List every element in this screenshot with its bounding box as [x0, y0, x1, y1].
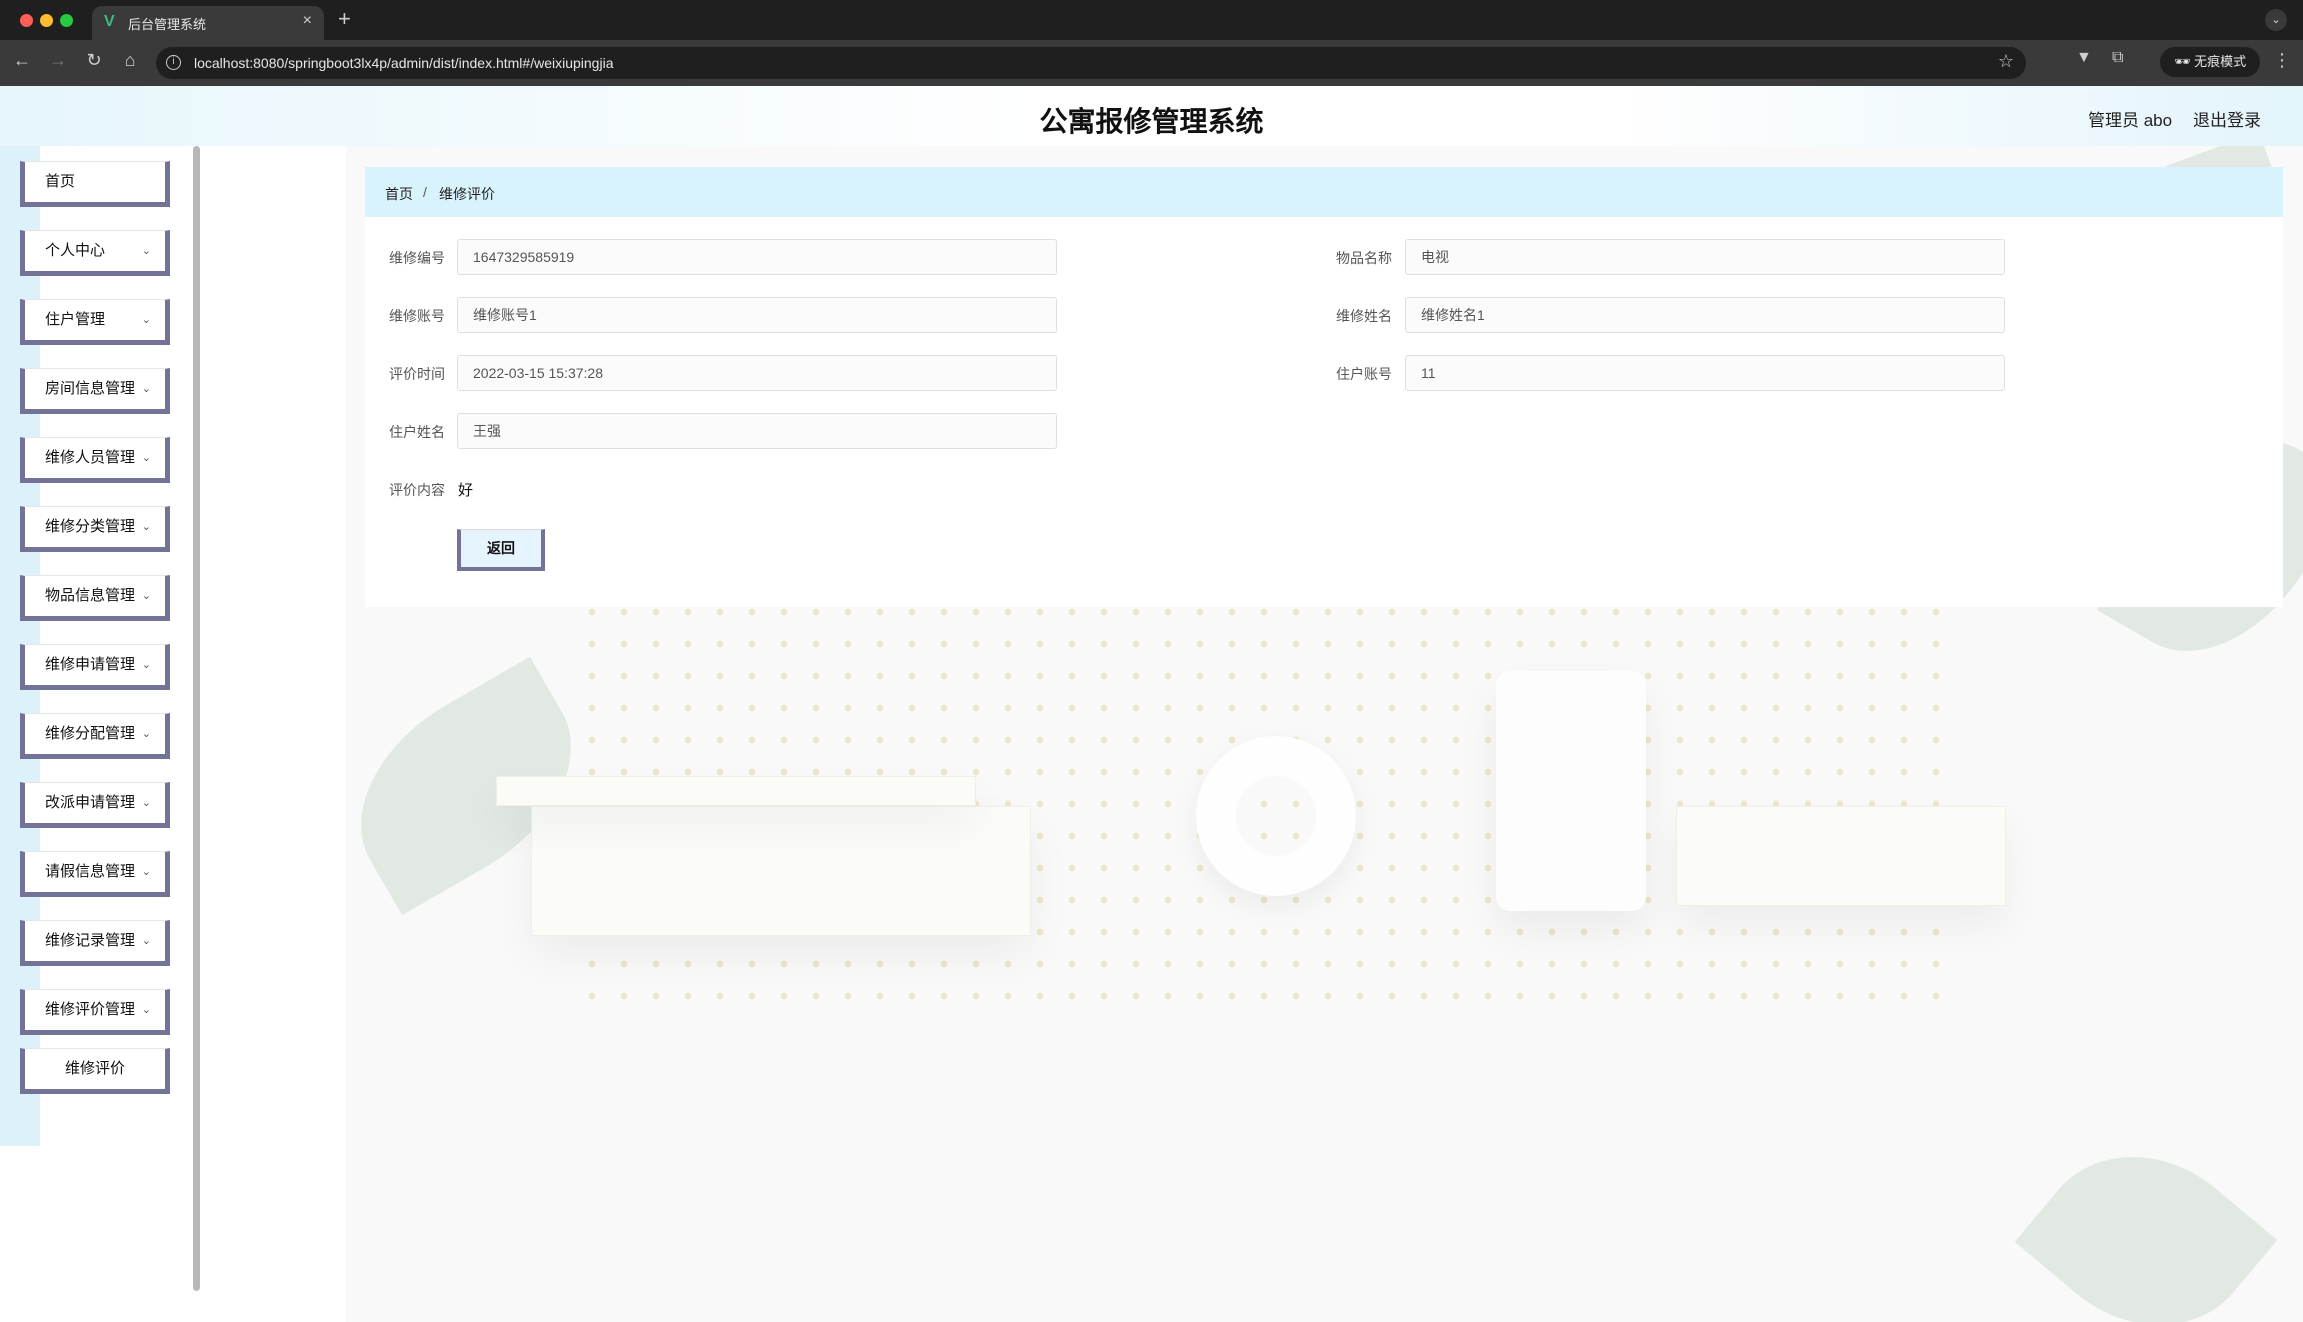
review-content-label: 评价内容	[389, 482, 445, 498]
sidebar-item-personal-center[interactable]: 个人中心 ⌄	[20, 230, 170, 276]
window-zoom-control[interactable]	[60, 14, 73, 27]
reload-icon[interactable]: ↻	[82, 50, 106, 71]
sidebar-item-label: 维修记录管理	[45, 932, 136, 949]
box-decoration	[531, 806, 1031, 936]
resident-name-label: 住户姓名	[389, 424, 445, 440]
breadcrumb-home[interactable]: 首页	[385, 184, 413, 204]
app-header: 公寓报修管理系统 管理员 abo 退出登录	[0, 86, 2303, 146]
sidebar-item-label: 住户管理	[45, 311, 106, 328]
site-info-icon[interactable]: i	[166, 55, 181, 70]
incognito-label: 无痕模式	[2194, 54, 2247, 69]
sidebar-item-repair-staff[interactable]: 维修人员管理 ⌄	[20, 437, 170, 483]
chevron-down-icon: ⌄	[141, 935, 151, 947]
sidebar-item-label: 个人中心	[45, 242, 106, 259]
tab-search-chevron-icon[interactable]: ⌄	[2265, 9, 2287, 31]
new-tab-icon[interactable]: +	[338, 6, 351, 32]
back-button[interactable]: 返回	[457, 529, 545, 571]
sidebar-item-reassign-request[interactable]: 改派申请管理 ⌄	[20, 782, 170, 828]
browser-menu-icon[interactable]: ⋮	[2273, 50, 2291, 71]
sidebar-item-home[interactable]: 首页	[20, 161, 170, 207]
box-decoration	[1676, 806, 2006, 906]
repair-name-field[interactable]: 维修姓名1	[1405, 297, 2005, 333]
review-time-field[interactable]: 2022-03-15 15:37:28	[457, 355, 1057, 391]
sidebar-item-label: 物品信息管理	[45, 587, 136, 604]
sidebar-item-label: 房间信息管理	[45, 380, 136, 397]
sidebar-item-label: 维修人员管理	[45, 449, 136, 466]
breadcrumb-current: 维修评价	[439, 186, 495, 202]
sidebar-scrollbar[interactable]	[193, 146, 200, 1291]
resident-account-label: 住户账号	[1336, 366, 1392, 382]
sidebar-item-resident-management[interactable]: 住户管理 ⌄	[20, 299, 170, 345]
sidebar-item-item-info[interactable]: 物品信息管理 ⌄	[20, 575, 170, 621]
incognito-icon: 🕶	[2174, 54, 2191, 69]
sidebar-item-leave-info[interactable]: 请假信息管理 ⌄	[20, 851, 170, 897]
window-minimize-control[interactable]	[40, 14, 53, 27]
sidebar-item-repair-request[interactable]: 维修申请管理 ⌄	[20, 644, 170, 690]
tab-title: 后台管理系统	[128, 17, 207, 32]
forward-arrow-icon[interactable]: →	[46, 50, 70, 71]
chevron-up-icon: ⌄	[141, 1004, 151, 1016]
chevron-down-icon: ⌄	[141, 728, 151, 740]
address-bar[interactable]: i localhost:8080/springboot3lx4p/admin/d…	[156, 47, 2026, 79]
sidebar-item-label: 维修分类管理	[45, 518, 136, 535]
review-time-label: 评价时间	[389, 366, 445, 382]
browser-tab-bar: V 后台管理系统 × + ⌄	[0, 0, 2303, 40]
vue-devtools-extension-icon[interactable]: ▼	[2076, 49, 2092, 67]
incognito-badge[interactable]: 🕶 无痕模式	[2160, 47, 2260, 77]
breadcrumb-separator: /	[423, 184, 427, 200]
resident-account-field[interactable]: 11	[1405, 355, 2005, 391]
back-arrow-icon[interactable]: ←	[10, 50, 34, 71]
item-name-field[interactable]: 电视	[1405, 239, 2005, 275]
repair-no-label: 维修编号	[389, 250, 445, 266]
resident-name-field[interactable]: 王强	[457, 413, 1057, 449]
app-title: 公寓报修管理系统	[1039, 106, 1264, 137]
repair-name-label: 维修姓名	[1336, 308, 1392, 324]
vue-favicon-icon: V	[104, 13, 115, 30]
admin-user-label: 管理员 abo	[2088, 111, 2173, 130]
chevron-down-icon: ⌄	[141, 314, 151, 326]
chevron-down-icon: ⌄	[141, 866, 151, 878]
cylinder-decoration	[1496, 671, 1646, 911]
browser-tab[interactable]: V 后台管理系统 ×	[92, 6, 324, 40]
repair-no-field[interactable]: 1647329585919	[457, 239, 1057, 275]
chevron-down-icon: ⌄	[141, 521, 151, 533]
browser-toolbar: ← → ↻ ⌂ i localhost:8080/springboot3lx4p…	[0, 40, 2303, 86]
tab-close-icon[interactable]: ×	[303, 12, 312, 30]
chevron-down-icon: ⌄	[141, 659, 151, 671]
box-lid-decoration	[496, 776, 976, 806]
chevron-down-icon: ⌄	[141, 797, 151, 809]
window-close-control[interactable]	[20, 14, 33, 27]
item-name-label: 物品名称	[1336, 250, 1392, 266]
url-text: localhost:8080/springboot3lx4p/admin/dis…	[194, 55, 614, 71]
sidebar-subitem-label: 维修评价	[64, 1060, 125, 1077]
sidebar-item-label: 首页	[45, 173, 76, 190]
breadcrumb: 首页 / 维修评价	[365, 167, 2283, 217]
sidebar-item-label: 请假信息管理	[45, 863, 136, 880]
chevron-down-icon: ⌄	[141, 245, 151, 257]
sidebar-subitem-repair-review[interactable]: 维修评价	[20, 1048, 170, 1094]
repair-account-field[interactable]: 维修账号1	[457, 297, 1057, 333]
chevron-down-icon: ⌄	[141, 383, 151, 395]
sidebar-item-label: 维修评价管理	[45, 1001, 136, 1018]
logout-link[interactable]: 退出登录	[2193, 106, 2261, 131]
review-detail-form: 维修编号 1647329585919 物品名称 电视 维修账号 维修账号1 维修…	[365, 217, 2283, 607]
sidebar-item-room-info[interactable]: 房间信息管理 ⌄	[20, 368, 170, 414]
sidebar-item-label: 维修分配管理	[45, 725, 136, 742]
sidebar-item-label: 改派申请管理	[45, 794, 136, 811]
extensions-puzzle-icon[interactable]: ⧉	[2112, 49, 2123, 67]
sidebar-item-label: 维修申请管理	[45, 656, 136, 673]
sidebar-item-repair-category[interactable]: 维修分类管理 ⌄	[20, 506, 170, 552]
plant-leaf-decoration	[2014, 1111, 2278, 1322]
chevron-down-icon: ⌄	[141, 452, 151, 464]
sidebar-item-repair-records[interactable]: 维修记录管理 ⌄	[20, 920, 170, 966]
chevron-down-icon: ⌄	[141, 590, 151, 602]
bookmark-star-icon[interactable]: ☆	[1998, 51, 2014, 72]
sidebar-item-repair-assignment[interactable]: 维修分配管理 ⌄	[20, 713, 170, 759]
sidebar-item-repair-review-management[interactable]: 维修评价管理 ⌄	[20, 989, 170, 1035]
home-icon[interactable]: ⌂	[118, 50, 142, 71]
tape-ring-decoration	[1196, 736, 1356, 896]
review-content-value: 好	[458, 482, 474, 499]
repair-account-label: 维修账号	[389, 308, 445, 324]
